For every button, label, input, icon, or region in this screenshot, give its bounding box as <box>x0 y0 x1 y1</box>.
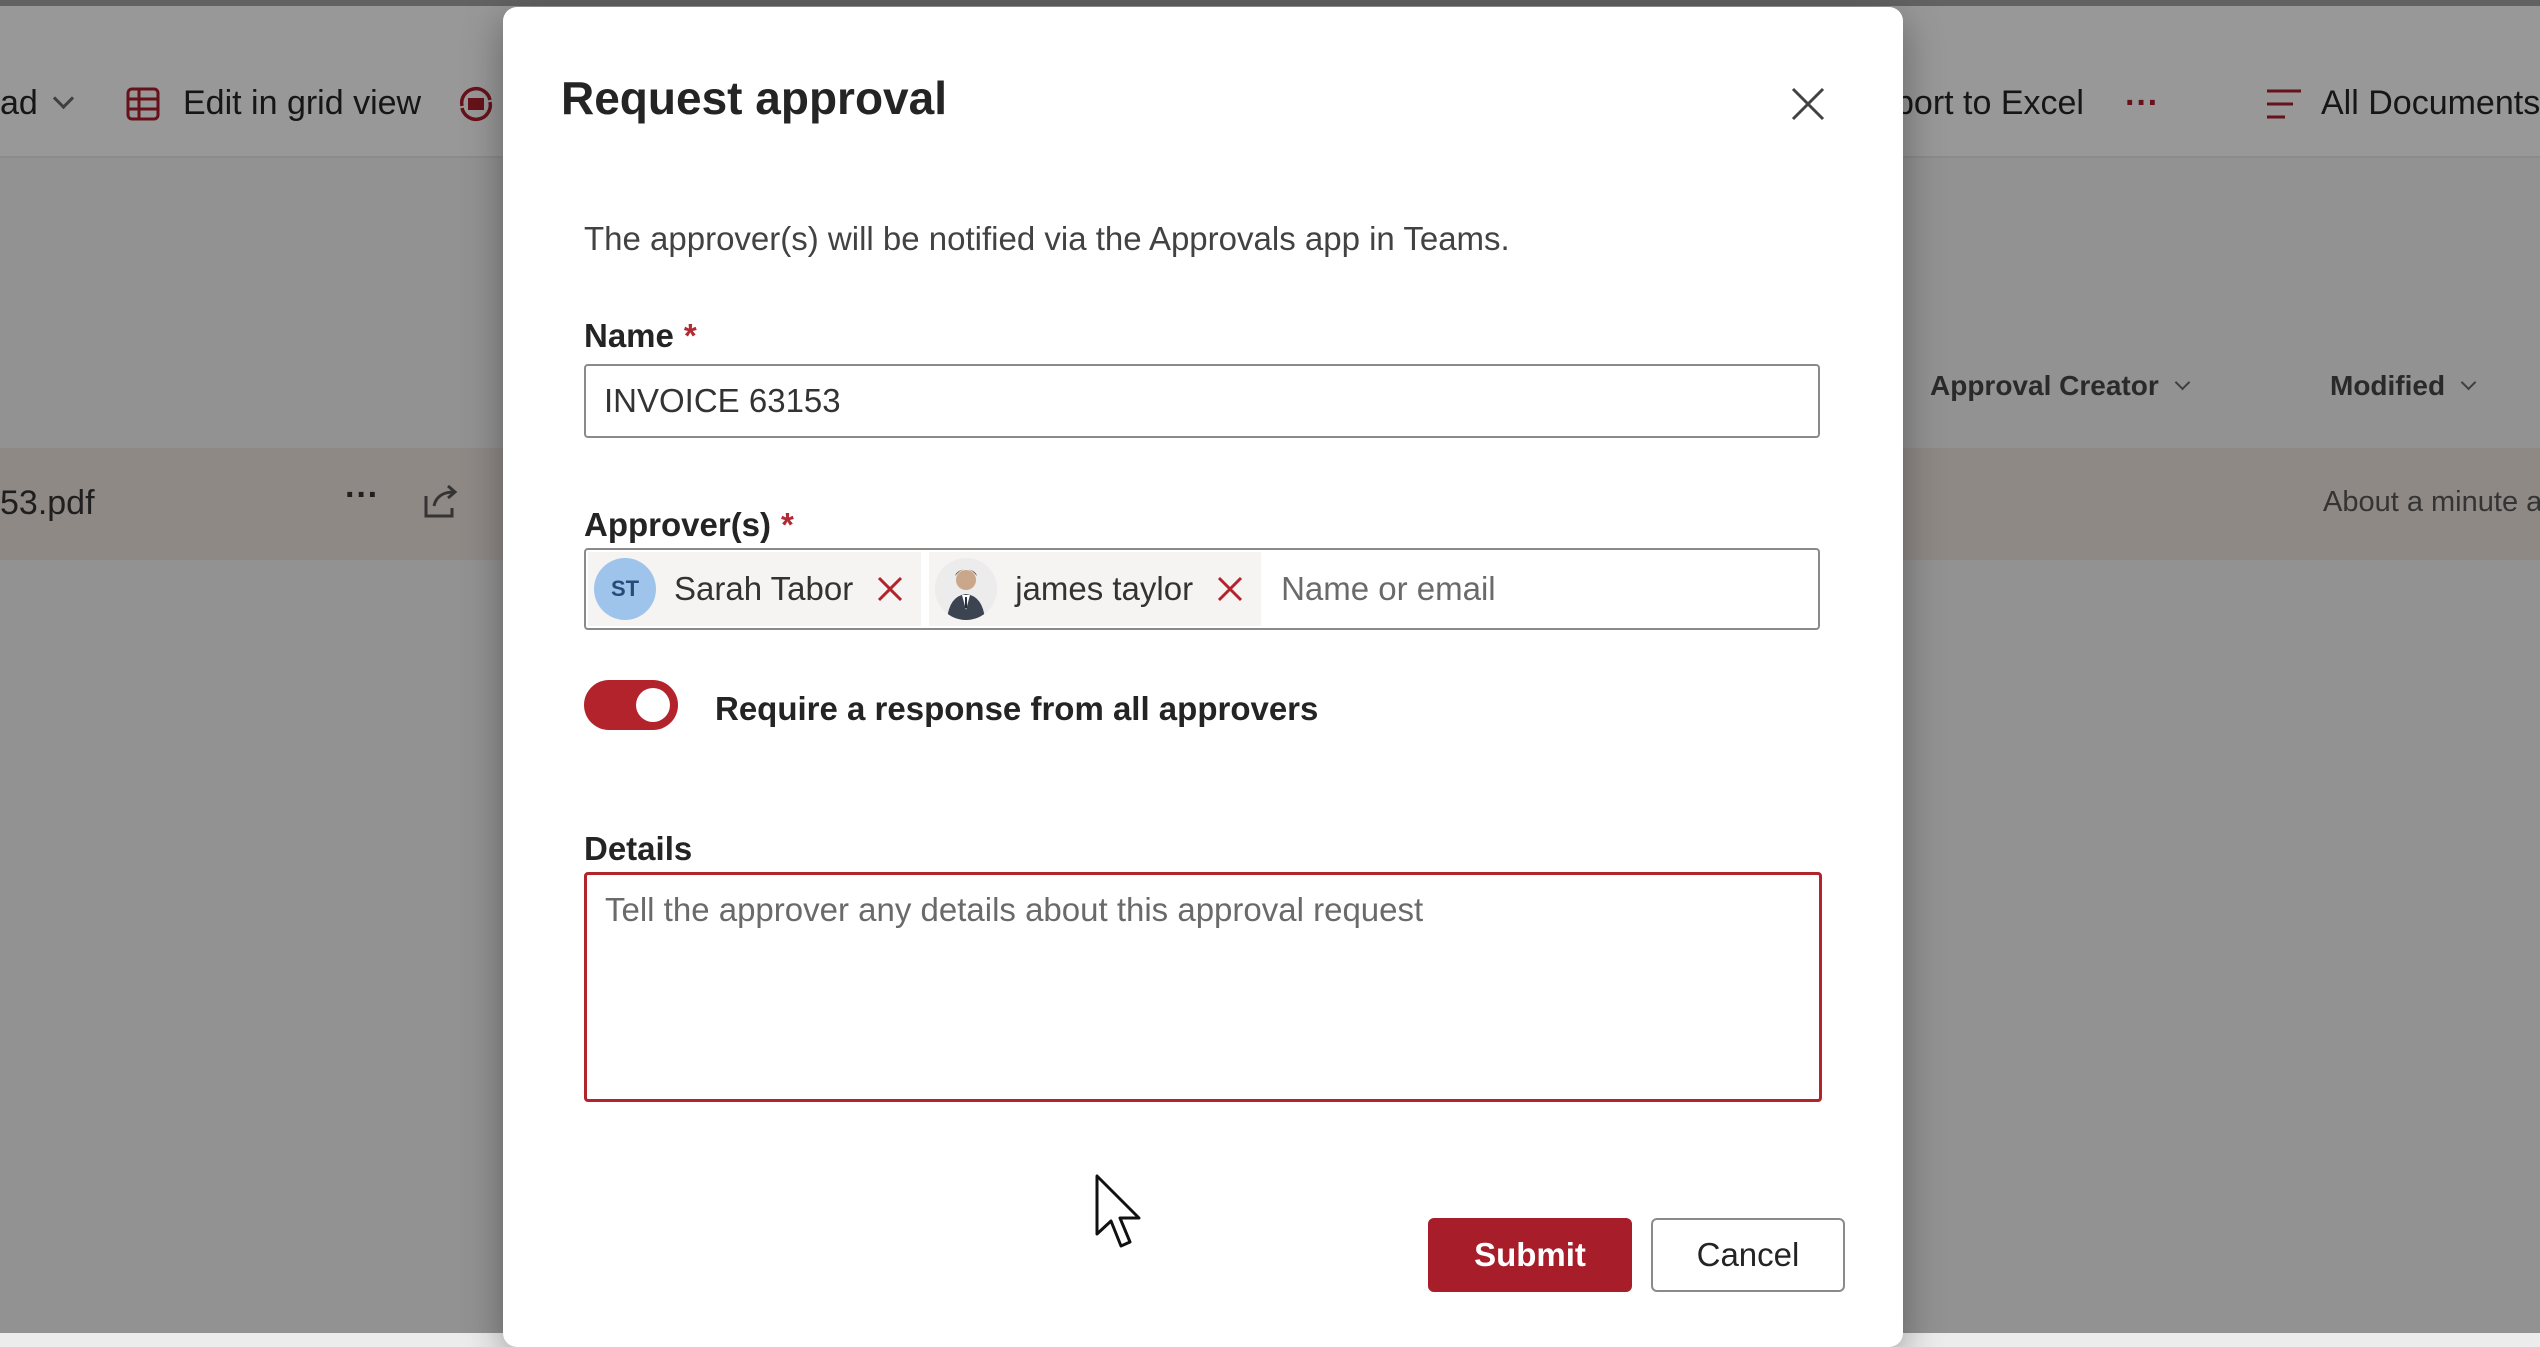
approver-search-input[interactable] <box>1279 569 1804 609</box>
avatar <box>935 558 998 620</box>
dialog-title: Request approval <box>561 72 947 124</box>
required-marker: * <box>781 506 794 543</box>
approver-name: Sarah Tabor <box>674 570 854 607</box>
toggle-knob <box>636 688 670 722</box>
name-label: Name * <box>584 317 697 355</box>
submit-button[interactable]: Submit <box>1428 1218 1632 1292</box>
approvers-label-text: Approver(s) <box>584 506 772 543</box>
approvers-label: Approver(s) * <box>584 506 794 544</box>
require-all-toggle[interactable] <box>584 680 678 730</box>
mouse-pointer-icon <box>1095 1174 1141 1248</box>
close-icon[interactable] <box>1783 79 1833 129</box>
approver-chip-james-taylor[interactable]: james taylor <box>929 552 1262 626</box>
required-marker: * <box>683 317 697 354</box>
details-label: Details <box>584 830 693 867</box>
avatar: ST <box>594 558 656 620</box>
remove-approver-icon[interactable] <box>873 572 907 606</box>
dialog-description: The approver(s) will be notified via the… <box>584 220 1510 257</box>
approvers-picker[interactable]: ST Sarah Tabor james taylor <box>584 548 1820 630</box>
name-input[interactable]: INVOICE 63153 <box>584 364 1820 438</box>
cancel-button[interactable]: Cancel <box>1651 1218 1845 1292</box>
approver-chip-sarah-tabor[interactable]: ST Sarah Tabor <box>588 552 922 626</box>
remove-approver-icon[interactable] <box>1213 572 1247 606</box>
details-textarea[interactable] <box>584 872 1822 1102</box>
approver-name: james taylor <box>1015 570 1194 607</box>
name-label-text: Name <box>584 317 674 354</box>
avatar-initials: ST <box>610 576 640 601</box>
require-all-label: Require a response from all approvers <box>715 690 1319 727</box>
request-approval-dialog: Request approval The approver(s) will be… <box>503 7 1903 1347</box>
person-photo-icon <box>935 558 998 620</box>
